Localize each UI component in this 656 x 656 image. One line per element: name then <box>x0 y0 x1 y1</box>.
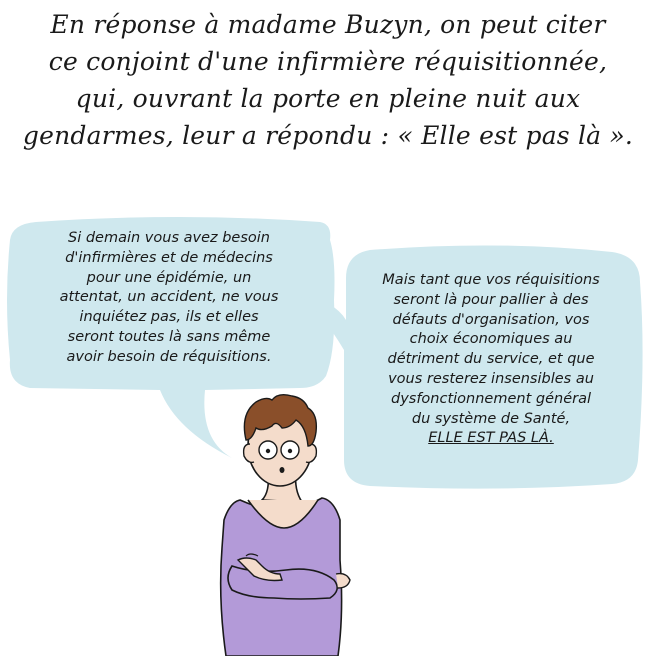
caption-line: ce conjoint d'une infirmière réquisition… <box>48 47 608 76</box>
bubble-line: attentat, un accident, ne vous <box>59 289 279 306</box>
bubble-line: défauts d'organisation, vos <box>392 311 590 328</box>
bubble-line: choix économiques au <box>409 331 573 348</box>
bubble-line: Mais tant que vos réquisitions <box>382 272 600 288</box>
caption: En réponse à madame Buzyn, on peut citer… <box>0 6 656 154</box>
bubble-line: du système de Santé, <box>411 410 571 427</box>
bubble-line: avoir besoin de réquisitions. <box>66 348 272 365</box>
caption-line: gendarmes, leur a répondu : « Elle est p… <box>22 121 634 150</box>
mouth <box>279 467 285 473</box>
bubble-line: détriment du service, et que <box>387 351 595 368</box>
character <box>219 393 351 656</box>
caption-line: qui, ouvrant la porte en pleine nuit aux <box>75 84 581 113</box>
bubble-line: inquiétez pas, ils et elles <box>79 309 259 326</box>
speech-bubble-left-text: Si demain vous avez besoin d'infirmières… <box>14 229 324 368</box>
bubble-line-emphasis: ELLE EST PAS LÀ. <box>428 430 554 447</box>
bubble-line: d'infirmières et de médecins <box>65 249 273 266</box>
bubble-line: Si demain vous avez besoin <box>68 230 270 246</box>
bubble-line: dysfonctionnement général <box>390 390 591 407</box>
caption-line: En réponse à madame Buzyn, on peut citer <box>50 10 606 39</box>
bubble-line: pour une épidémie, un <box>86 269 252 286</box>
bubble-line: seront toutes là sans même <box>67 328 271 345</box>
bubble-line: seront là pour pallier à des <box>393 291 589 308</box>
speech-bubble-right-text: Mais tant que vos réquisitions seront là… <box>346 271 636 449</box>
bubble-line: vous resterez insensibles au <box>388 370 594 387</box>
